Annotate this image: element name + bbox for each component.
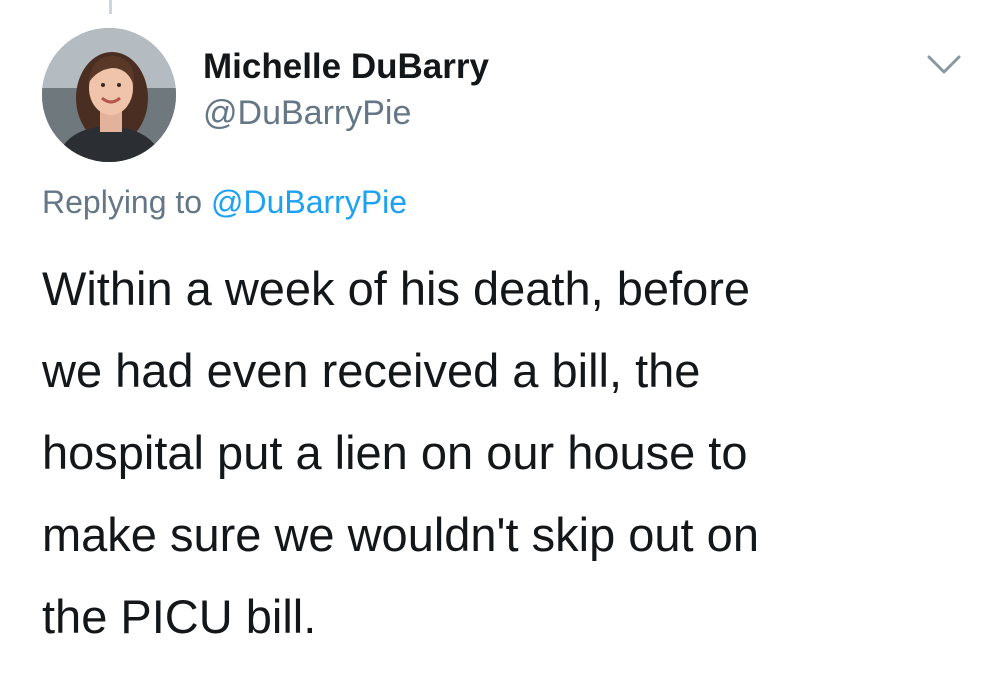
reply-mention-link[interactable]: @DuBarryPie (211, 184, 407, 220)
thread-connector-line (109, 0, 112, 14)
tweet-text-line: Within a week of his death, before (42, 262, 751, 315)
author-display-name[interactable]: Michelle DuBarry (203, 46, 489, 88)
author-handle[interactable]: @DuBarryPie (203, 92, 489, 134)
replying-to-label: Replying to (42, 184, 203, 220)
tweet-menu-button[interactable] (926, 52, 962, 78)
profile-photo-icon (42, 28, 176, 162)
chevron-down-icon (927, 55, 961, 74)
replying-to: Replying to @DuBarryPie (42, 180, 407, 224)
tweet-text-line: the PICU bill. (42, 590, 317, 643)
tweet-text-line: hospital put a lien on our house to (42, 426, 748, 479)
tweet-text: Within a week of his death, before we ha… (42, 248, 972, 658)
tweet-text-line: we had even received a bill, the (42, 344, 701, 397)
author-block[interactable]: Michelle DuBarry @DuBarryPie (203, 46, 489, 134)
tweet-text-line: make sure we wouldn't skip out on (42, 508, 759, 561)
avatar[interactable] (42, 28, 176, 162)
